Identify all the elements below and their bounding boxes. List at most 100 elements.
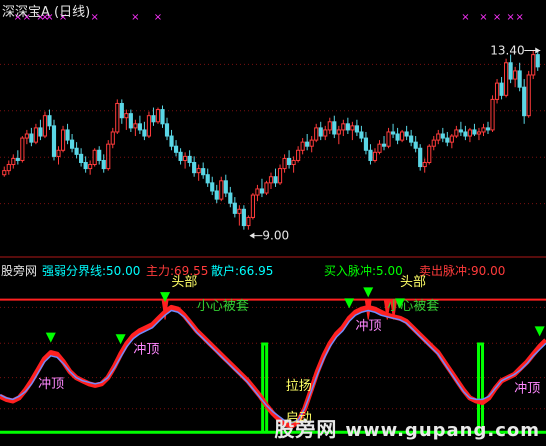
candle-body [481,127,486,133]
candle-body [354,125,359,133]
candle-body [151,115,156,123]
candle-body [106,143,111,170]
candle-body [115,102,120,133]
watermark-url: www.gupang.com [345,420,540,441]
down-arrow-icon [45,332,56,343]
top-marker: × [131,12,139,23]
top-marker: × [461,12,469,23]
down-arrow-icon [534,326,545,337]
candle-body [436,133,441,141]
indicator-label: 拉扬 [286,379,312,394]
indicator-label: 小心被套 [387,298,439,314]
candle-body [110,131,115,145]
candle-body [440,133,445,139]
candle-body [390,131,396,135]
candle-body [169,135,174,147]
candle-body [345,123,350,131]
candle-body [323,129,328,137]
candle-body [20,137,25,161]
candle-body [499,82,504,96]
candle-body [395,133,400,141]
candle-body [223,180,228,194]
candle-body [24,133,29,139]
candle-body [164,123,170,137]
candle-body [386,131,391,147]
candle-body [60,129,66,151]
candle-body [449,135,454,143]
indicator-label: 小心被套 [197,298,249,314]
watermark-text: 股旁网 [274,417,338,441]
candle-body [472,129,477,135]
top-marker: × [90,12,98,23]
candle-body [522,86,527,117]
candle-body [65,129,70,141]
candle-body [15,157,20,161]
candle-body [142,129,147,137]
buy-pulse [261,342,269,433]
candle-body [327,121,332,131]
candle-body [214,190,219,200]
candle-body [350,125,355,131]
candle-body [409,135,414,143]
high-price-label: 13.40 [490,44,524,58]
indicator-label: 冲顶 [514,381,540,396]
candle-body [463,131,468,137]
candle-body [332,121,337,135]
candle-body [228,192,233,204]
candle-body [178,151,183,161]
candle-body [377,143,382,153]
candle-body [237,208,242,214]
candle-body [101,159,106,170]
candle-body [250,194,255,218]
candle-body [155,109,161,123]
candle-body [264,182,269,194]
candle-body [183,155,188,161]
candle-body [146,115,152,137]
candle-body [277,168,283,184]
candle-body [205,174,210,184]
candle-body [531,54,536,76]
top-marker: × [506,12,514,23]
candle-body [422,161,427,168]
indicator-label: 冲顶 [133,342,159,357]
candle-body [11,157,16,166]
candle-body [517,70,522,88]
candle-body [454,129,459,137]
candle-body [69,139,75,149]
candle-body [241,208,246,227]
down-arrow-icon [363,287,374,298]
candle-body [42,115,48,137]
candle-body [413,141,418,149]
candle-body [97,149,102,161]
candle-body [79,153,84,163]
main-force-line [0,304,546,429]
candle-body [92,149,97,166]
candle-body [187,155,192,163]
candle-body [133,123,138,129]
candle-body [363,137,369,151]
candle-body [504,62,509,96]
down-arrow-icon [344,298,355,309]
candle-body [51,125,57,157]
candle-body [6,164,11,172]
candle-body [119,102,124,119]
candle-body [372,151,378,161]
candle-body [458,129,463,133]
candle-body [38,127,43,137]
candle-body [74,147,79,155]
candle-body [137,123,142,131]
candle-body [513,70,518,80]
candle-body [192,161,197,174]
candle-body [173,145,179,153]
candle-body [273,176,278,184]
candle-body [467,129,473,137]
candle-body [526,74,531,117]
candle-body [33,127,38,143]
candle-body [196,168,201,174]
indicator-label: 头部 [400,275,426,290]
candle-body [246,216,251,227]
top-marker: × [479,12,487,23]
candle-body [259,188,265,194]
chart-title: 深深宝A (日线) [2,5,91,20]
candle-body [535,54,540,68]
